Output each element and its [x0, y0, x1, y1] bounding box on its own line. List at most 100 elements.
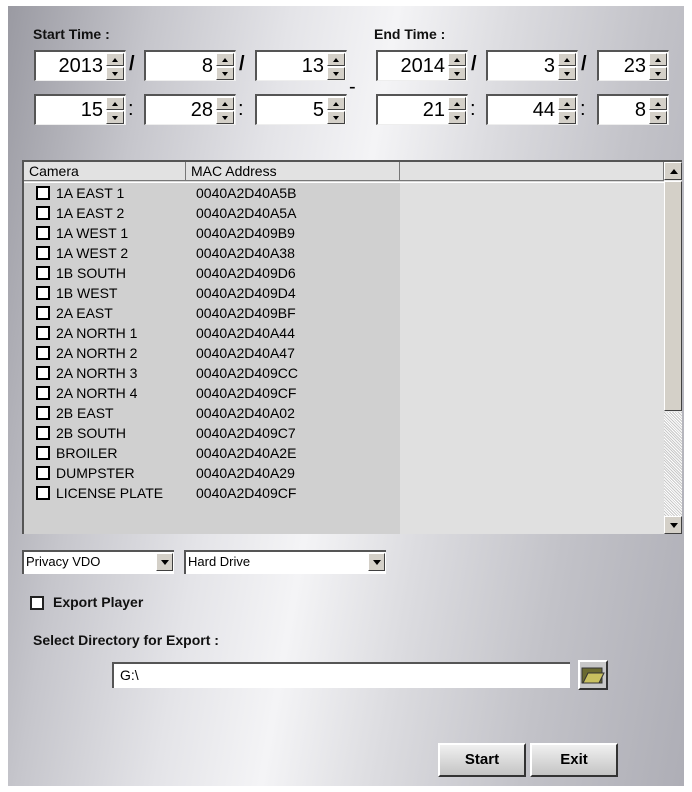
directory-label: Select Directory for Export :	[33, 632, 219, 648]
list-item[interactable]: 2A NORTH 2 0040A2D40A47	[24, 343, 664, 363]
camera-name: 2A NORTH 4	[56, 385, 138, 401]
end-hour-spinner[interactable]: 21	[376, 94, 468, 125]
list-item[interactable]: DUMPSTER 0040A2D40A29	[24, 463, 664, 483]
export-player-label[interactable]: Export Player	[53, 594, 143, 610]
camera-checkbox[interactable]	[36, 306, 50, 320]
end-day-up-icon[interactable]	[649, 53, 667, 66]
camera-checkbox[interactable]	[36, 226, 50, 240]
end-year-up-icon[interactable]	[448, 53, 466, 66]
camera-name: 1A WEST 1	[56, 225, 129, 241]
end-hour-down-icon[interactable]	[448, 111, 466, 124]
list-item[interactable]: LICENSE PLATE 0040A2D409CF	[24, 483, 664, 503]
start-month-down-icon[interactable]	[216, 67, 234, 80]
end-month-up-icon[interactable]	[558, 53, 576, 66]
list-item[interactable]: 2A NORTH 4 0040A2D409CF	[24, 383, 664, 403]
camera-checkbox[interactable]	[36, 246, 50, 260]
start-button[interactable]: Start	[438, 743, 526, 777]
list-item[interactable]: 1A WEST 2 0040A2D40A38	[24, 243, 664, 263]
destination-select[interactable]: Hard Drive	[184, 550, 386, 574]
end-day-spinner[interactable]: 23	[597, 50, 669, 81]
list-item[interactable]: 2A NORTH 3 0040A2D409CC	[24, 363, 664, 383]
end-minute-spinner[interactable]: 44	[486, 94, 578, 125]
time-separator: :	[580, 98, 586, 120]
list-item[interactable]: 1A WEST 1 0040A2D409B9	[24, 223, 664, 243]
start-minute-up-icon[interactable]	[216, 97, 234, 110]
format-select[interactable]: Privacy VDO	[22, 550, 174, 574]
mac-address: 0040A2D409BF	[196, 305, 296, 321]
end-year-spinner[interactable]: 2014	[376, 50, 468, 81]
start-year-up-icon[interactable]	[106, 53, 124, 66]
scroll-down-icon[interactable]	[664, 516, 682, 534]
start-minute-down-icon[interactable]	[216, 111, 234, 124]
camera-checkbox[interactable]	[36, 326, 50, 340]
mac-address: 0040A2D409B9	[196, 225, 295, 241]
end-second-spinner[interactable]: 8	[597, 94, 669, 125]
list-item[interactable]: 1B WEST 0040A2D409D4	[24, 283, 664, 303]
end-day-down-icon[interactable]	[649, 67, 667, 80]
camera-checkbox[interactable]	[36, 266, 50, 280]
column-header-empty	[400, 162, 664, 181]
end-minute-value: 44	[532, 99, 555, 121]
camera-checkbox[interactable]	[36, 206, 50, 220]
start-year-spinner[interactable]: 2013	[34, 50, 126, 81]
end-hour-up-icon[interactable]	[448, 97, 466, 110]
list-item[interactable]: BROILER 0040A2D40A2E	[24, 443, 664, 463]
start-hour-spinner[interactable]: 15	[34, 94, 126, 125]
list-item[interactable]: 1A EAST 1 0040A2D40A5B	[24, 183, 664, 203]
start-hour-up-icon[interactable]	[106, 97, 124, 110]
start-day-up-icon[interactable]	[327, 53, 345, 66]
list-item[interactable]: 2A NORTH 1 0040A2D40A44	[24, 323, 664, 343]
exit-button[interactable]: Exit	[530, 743, 618, 777]
destination-dropdown-icon[interactable]	[368, 553, 385, 571]
list-item[interactable]: 2B EAST 0040A2D40A02	[24, 403, 664, 423]
start-second-down-icon[interactable]	[327, 111, 345, 124]
format-dropdown-icon[interactable]	[156, 553, 173, 571]
camera-name: 2B EAST	[56, 405, 114, 421]
camera-list-scrollbar[interactable]	[664, 162, 682, 534]
scroll-track[interactable]	[664, 412, 682, 516]
camera-checkbox[interactable]	[36, 466, 50, 480]
end-year-down-icon[interactable]	[448, 67, 466, 80]
camera-checkbox[interactable]	[36, 446, 50, 460]
start-second-spinner[interactable]: 5	[255, 94, 347, 125]
start-time-label: Start Time :	[33, 26, 110, 42]
start-month-up-icon[interactable]	[216, 53, 234, 66]
camera-checkbox[interactable]	[36, 186, 50, 200]
list-item[interactable]: 2A EAST 0040A2D409BF	[24, 303, 664, 323]
camera-checkbox[interactable]	[36, 406, 50, 420]
scroll-up-icon[interactable]	[664, 162, 682, 180]
camera-checkbox[interactable]	[36, 386, 50, 400]
end-month-spinner[interactable]: 3	[486, 50, 578, 81]
end-second-down-icon[interactable]	[649, 111, 667, 124]
camera-name: 1A EAST 1	[56, 185, 125, 201]
camera-checkbox[interactable]	[36, 426, 50, 440]
camera-checkbox[interactable]	[36, 366, 50, 380]
start-month-spinner[interactable]: 8	[144, 50, 236, 81]
list-item[interactable]: 1B SOUTH 0040A2D409D6	[24, 263, 664, 283]
list-item[interactable]: 2B SOUTH 0040A2D409C7	[24, 423, 664, 443]
start-year-value: 2013	[58, 55, 104, 77]
column-header-camera[interactable]: Camera	[24, 162, 186, 181]
end-second-up-icon[interactable]	[649, 97, 667, 110]
export-player-checkbox[interactable]	[30, 596, 44, 610]
start-day-value: 13	[301, 55, 324, 77]
column-header-mac-address[interactable]: MAC Address	[186, 162, 400, 181]
camera-checkbox[interactable]	[36, 486, 50, 500]
camera-list[interactable]: Camera MAC Address 1A EAST 1 0040A2D40A5B…	[22, 160, 682, 534]
camera-checkbox[interactable]	[36, 286, 50, 300]
end-minute-down-icon[interactable]	[558, 111, 576, 124]
start-day-spinner[interactable]: 13	[255, 50, 347, 81]
end-minute-up-icon[interactable]	[558, 97, 576, 110]
start-day-down-icon[interactable]	[327, 67, 345, 80]
browse-button[interactable]	[578, 660, 608, 690]
start-hour-down-icon[interactable]	[106, 111, 124, 124]
start-minute-spinner[interactable]: 28	[144, 94, 236, 125]
mac-address: 0040A2D40A44	[196, 325, 295, 341]
camera-checkbox[interactable]	[36, 346, 50, 360]
list-item[interactable]: 1A EAST 2 0040A2D40A5A	[24, 203, 664, 223]
start-second-up-icon[interactable]	[327, 97, 345, 110]
directory-input[interactable]: G:\	[112, 662, 570, 688]
scroll-thumb[interactable]	[664, 181, 682, 411]
start-year-down-icon[interactable]	[106, 67, 124, 80]
end-month-down-icon[interactable]	[558, 67, 576, 80]
